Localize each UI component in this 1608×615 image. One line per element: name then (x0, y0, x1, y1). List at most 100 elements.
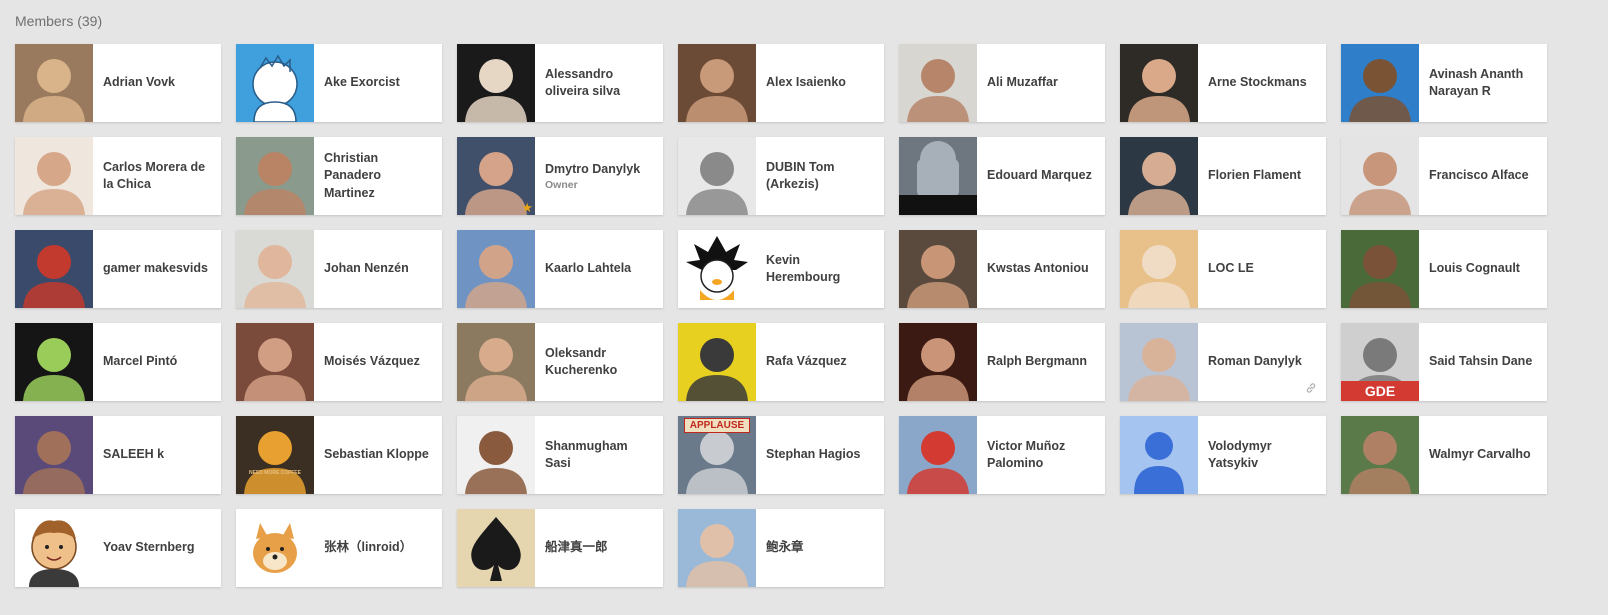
member-card-ralph-bergmann[interactable]: Ralph Bergmann (899, 323, 1105, 401)
member-name[interactable]: 鲍永章 (766, 539, 804, 557)
member-avatar[interactable] (457, 323, 535, 401)
member-avatar[interactable] (15, 323, 93, 401)
member-avatar[interactable] (678, 137, 756, 215)
member-card-johan-nenzen[interactable]: Johan Nenzén (236, 230, 442, 308)
member-name[interactable]: DUBIN Tom (Arkezis) (766, 159, 876, 194)
member-card-victor-munoz-palomino[interactable]: Victor Muñoz Palomino (899, 416, 1105, 494)
member-avatar[interactable] (1341, 416, 1419, 494)
member-card-moises-vazquez[interactable]: Moisés Vázquez (236, 323, 442, 401)
member-card-volodymyr-yatsykiv[interactable]: Volodymyr Yatsykiv (1120, 416, 1326, 494)
member-avatar[interactable] (899, 416, 977, 494)
member-card-francisco-alface[interactable]: Francisco Alface (1341, 137, 1547, 215)
member-avatar[interactable] (1120, 416, 1198, 494)
member-name[interactable]: Stephan Hagios (766, 446, 860, 464)
member-name[interactable]: 张林（linroid） (324, 539, 412, 557)
member-avatar[interactable] (15, 230, 93, 308)
member-card-funatsu-shinichiro[interactable]: 船津真一郎 (457, 509, 663, 587)
member-name[interactable]: Moisés Vázquez (324, 353, 420, 371)
member-name[interactable]: Carlos Morera de la Chica (103, 159, 213, 194)
member-avatar[interactable] (1120, 44, 1198, 122)
member-name[interactable]: Marcel Pintó (103, 353, 177, 371)
member-name[interactable]: Yoav Sternberg (103, 539, 194, 557)
member-avatar[interactable] (899, 44, 977, 122)
member-name[interactable]: Avinash Ananth Narayan R (1429, 66, 1539, 101)
member-card-saleeh-k[interactable]: SALEEH k (15, 416, 221, 494)
member-name[interactable]: Shanmugham Sasi (545, 438, 655, 473)
member-name[interactable]: Said Tahsin Dane (1429, 353, 1532, 371)
member-name[interactable]: Christian Panadero Martinez (324, 150, 434, 203)
member-name[interactable]: Johan Nenzén (324, 260, 409, 278)
member-name[interactable]: Edouard Marquez (987, 167, 1092, 185)
member-name[interactable]: Roman Danylyk (1208, 353, 1302, 371)
member-card-louis-cognault[interactable]: Louis Cognault (1341, 230, 1547, 308)
member-card-christian-panadero-martinez[interactable]: Christian Panadero Martinez (236, 137, 442, 215)
member-card-said-tahsin-dane[interactable]: GDE Said Tahsin Dane (1341, 323, 1547, 401)
member-name[interactable]: Alex Isaienko (766, 74, 846, 92)
member-card-shanmugham-sasi[interactable]: Shanmugham Sasi (457, 416, 663, 494)
member-card-ali-muzaffar[interactable]: Ali Muzaffar (899, 44, 1105, 122)
member-name[interactable]: Louis Cognault (1429, 260, 1520, 278)
member-avatar[interactable] (678, 44, 756, 122)
member-card-dmytro-danylyk[interactable]: ★ Dmytro Danylyk Owner (457, 137, 663, 215)
member-avatar[interactable] (457, 44, 535, 122)
member-avatar[interactable] (236, 44, 314, 122)
member-card-kevin-herembourg[interactable]: Kevin Herembourg (678, 230, 884, 308)
member-card-carlos-morera-de-la-chica[interactable]: Carlos Morera de la Chica (15, 137, 221, 215)
member-card-marcel-pinto[interactable]: Marcel Pintó (15, 323, 221, 401)
member-avatar[interactable]: GDE (1341, 323, 1419, 401)
member-card-zhang-lin-linroid[interactable]: 张林（linroid） (236, 509, 442, 587)
member-name[interactable]: Alessandro oliveira silva (545, 66, 655, 101)
member-avatar[interactable] (678, 230, 756, 308)
member-name[interactable]: Walmyr Carvalho (1429, 446, 1531, 464)
member-card-kaarlo-lahtela[interactable]: Kaarlo Lahtela (457, 230, 663, 308)
member-card-gamer-makesvids[interactable]: gamer makesvids (15, 230, 221, 308)
member-name[interactable]: Dmytro Danylyk (545, 161, 640, 179)
member-card-alessandro-oliveira-silva[interactable]: Alessandro oliveira silva (457, 44, 663, 122)
member-card-walmyr-carvalho[interactable]: Walmyr Carvalho (1341, 416, 1547, 494)
member-card-arne-stockmans[interactable]: Arne Stockmans (1120, 44, 1326, 122)
member-avatar[interactable] (457, 416, 535, 494)
member-avatar[interactable] (15, 416, 93, 494)
member-avatar[interactable] (899, 323, 977, 401)
member-avatar[interactable] (457, 230, 535, 308)
member-avatar[interactable]: ★ (457, 137, 535, 215)
member-card-rafa-vazquez[interactable]: Rafa Vázquez (678, 323, 884, 401)
member-name[interactable]: Adrian Vovk (103, 74, 175, 92)
member-card-edouard-marquez[interactable]: Edouard Marquez (899, 137, 1105, 215)
member-avatar[interactable] (15, 509, 93, 587)
member-name[interactable]: Ralph Bergmann (987, 353, 1087, 371)
member-name[interactable]: SALEEH k (103, 446, 164, 464)
member-avatar[interactable] (899, 230, 977, 308)
link-icon[interactable] (1305, 381, 1317, 393)
member-card-ake-exorcist[interactable]: Ake Exorcist (236, 44, 442, 122)
member-name[interactable]: Rafa Vázquez (766, 353, 847, 371)
member-name[interactable]: Florien Flament (1208, 167, 1301, 185)
member-avatar[interactable] (1341, 137, 1419, 215)
member-card-sebastian-kloppe[interactable]: NEED MORE COFFEE Sebastian Kloppe (236, 416, 442, 494)
member-name[interactable]: Sebastian Kloppe (324, 446, 429, 464)
member-avatar[interactable] (1341, 230, 1419, 308)
member-avatar[interactable] (457, 509, 535, 587)
member-card-oleksandr-kucherenko[interactable]: Oleksandr Kucherenko (457, 323, 663, 401)
member-name[interactable]: gamer makesvids (103, 260, 208, 278)
member-avatar[interactable] (236, 323, 314, 401)
member-name[interactable]: Ali Muzaffar (987, 74, 1058, 92)
member-avatar[interactable]: NEED MORE COFFEE (236, 416, 314, 494)
member-card-yoav-sternberg[interactable]: Yoav Sternberg (15, 509, 221, 587)
member-name[interactable]: Volodymyr Yatsykiv (1208, 438, 1318, 473)
member-avatar[interactable] (899, 137, 977, 215)
member-avatar[interactable] (15, 137, 93, 215)
member-name[interactable]: Oleksandr Kucherenko (545, 345, 655, 380)
member-card-bao-yongzhang[interactable]: 鲍永章 (678, 509, 884, 587)
member-avatar[interactable] (1120, 230, 1198, 308)
member-name[interactable]: Kevin Herembourg (766, 252, 876, 287)
member-card-stephan-hagios[interactable]: APPLAUSE Stephan Hagios (678, 416, 884, 494)
member-name[interactable]: Arne Stockmans (1208, 74, 1307, 92)
member-name[interactable]: Victor Muñoz Palomino (987, 438, 1097, 473)
member-name[interactable]: Francisco Alface (1429, 167, 1529, 185)
member-card-dubin-tom-arkezis[interactable]: DUBIN Tom (Arkezis) (678, 137, 884, 215)
member-name[interactable]: LOC LE (1208, 260, 1254, 278)
member-avatar[interactable] (1120, 137, 1198, 215)
member-avatar[interactable] (236, 230, 314, 308)
member-avatar[interactable] (1120, 323, 1198, 401)
